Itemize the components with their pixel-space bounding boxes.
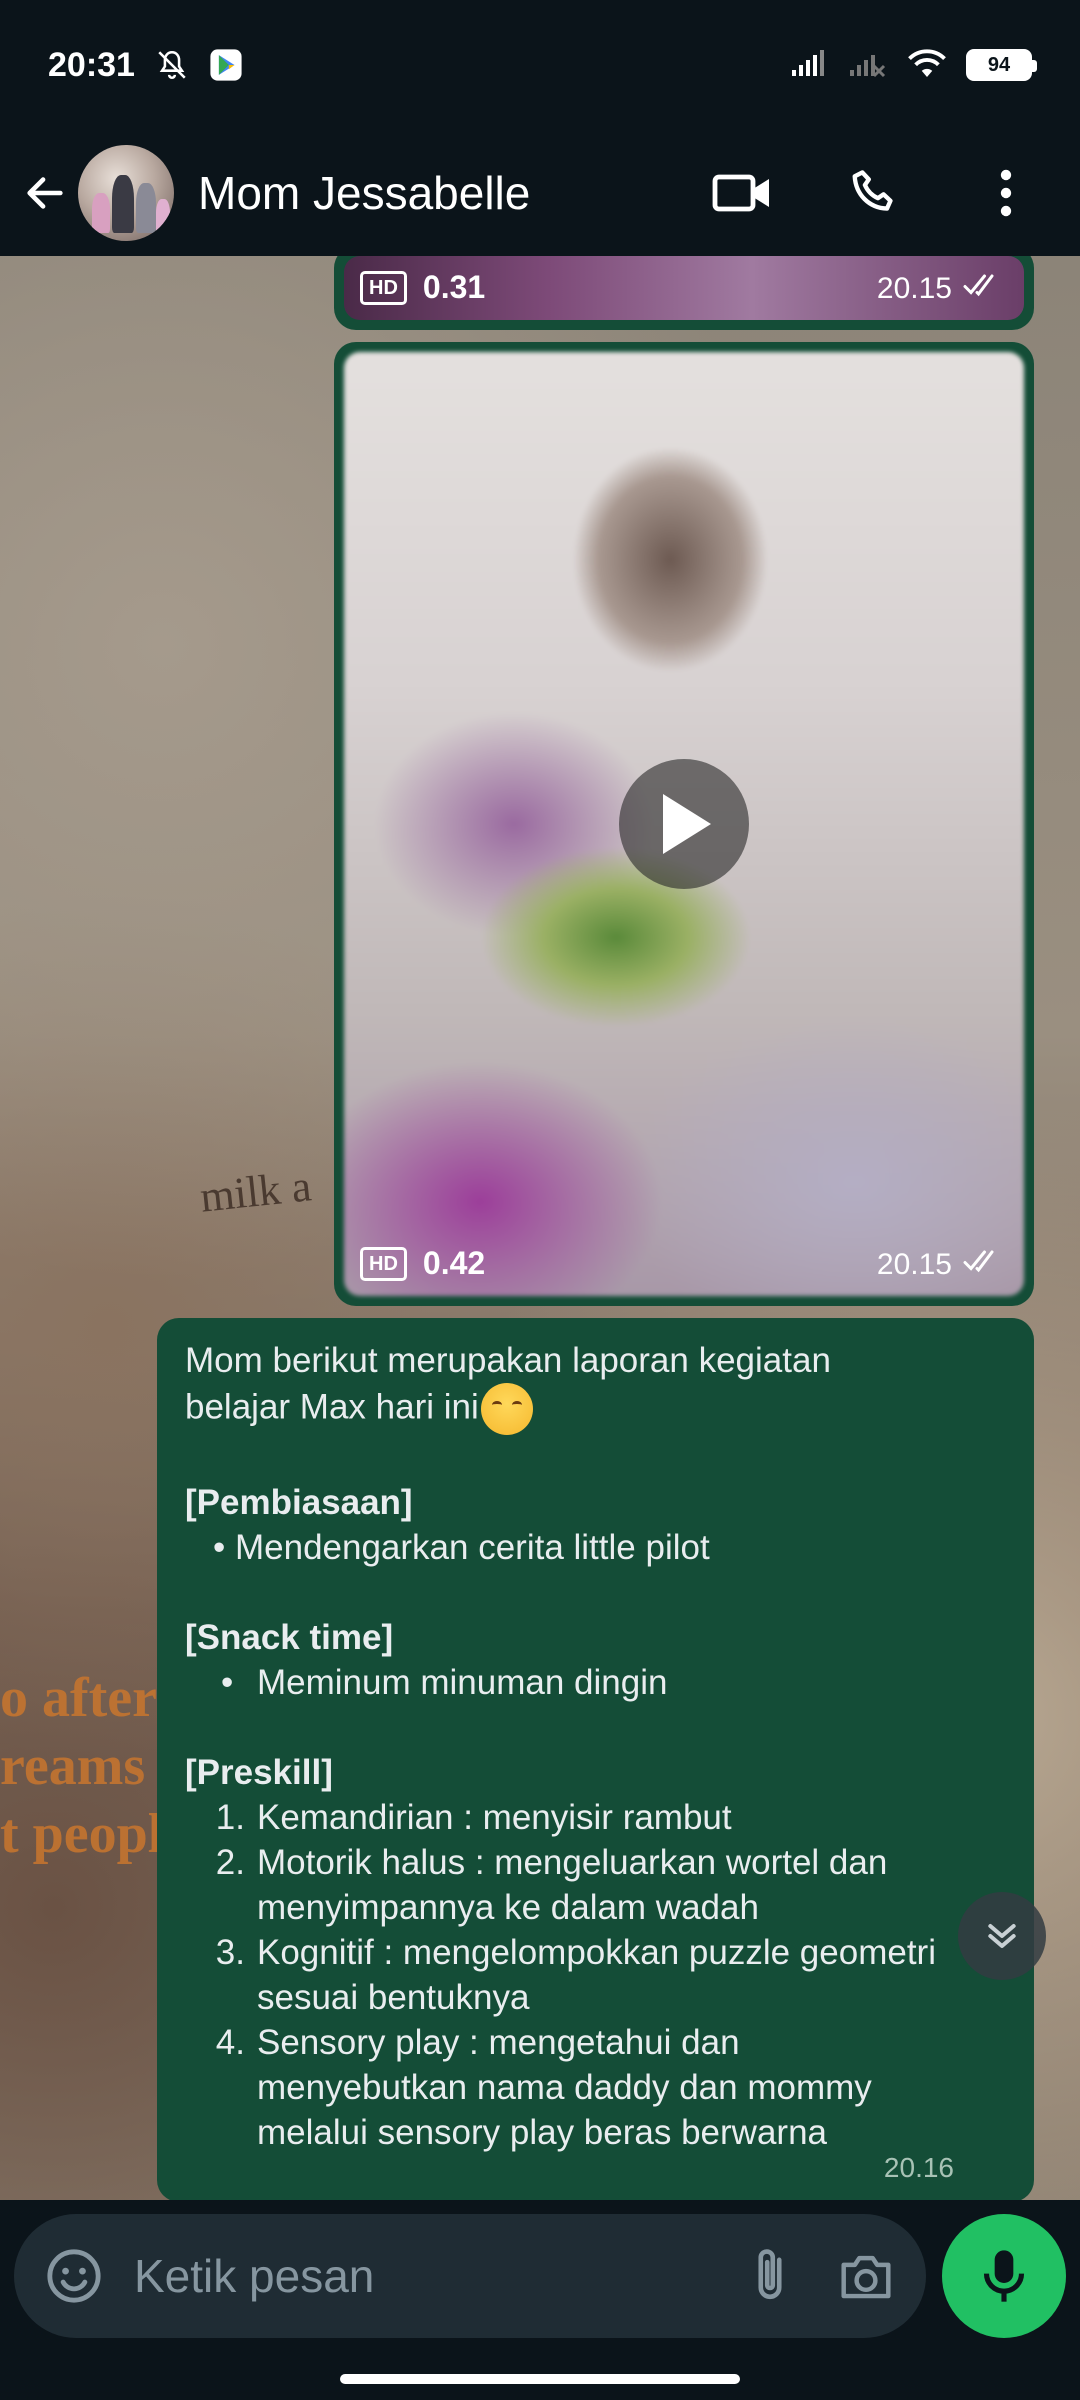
play-icon[interactable]: [619, 759, 749, 889]
status-time: 20:31: [48, 45, 135, 84]
message-time: 20.15: [876, 272, 952, 305]
wallpaper-text-2: reams: [0, 1735, 146, 1797]
avatar[interactable]: [78, 145, 174, 241]
message-line: Mom berikut merupakan laporan kegiatan: [185, 1341, 831, 1380]
message-input-bar[interactable]: Ketik pesan: [14, 2214, 926, 2338]
double-check-icon: [962, 272, 1004, 306]
microphone-icon: [983, 2250, 1025, 2302]
message-input[interactable]: Ketik pesan: [134, 2249, 740, 2303]
video-call-icon[interactable]: [712, 163, 772, 223]
list-item: • Meminum minuman dingin: [185, 1660, 1006, 1705]
play-store-icon: [209, 48, 243, 82]
list-number: 3.: [215, 1933, 245, 1972]
hd-badge: HD: [360, 1246, 407, 1281]
list-item-text: Kognitif : mengelompokkan puzzle geometr…: [257, 1933, 936, 1972]
contact-name[interactable]: Mom Jessabelle: [198, 166, 530, 220]
list-number: 1.: [215, 1798, 245, 1837]
emoji-icon[interactable]: [44, 2246, 104, 2306]
video-message[interactable]: HD 0.31 20.15: [334, 256, 1034, 330]
list-item-text: menyebutkan nama daddy dan mommy: [257, 2068, 872, 2107]
wallpaper-text-3: t peopl: [0, 1803, 164, 1865]
list-item: 2. Motorik halus : mengeluarkan wortel d…: [185, 1840, 1006, 1930]
list-item-text: Kemandirian : menyisir rambut: [257, 1798, 732, 1837]
video-duration: 0.31: [422, 269, 486, 305]
message-line: belajar Max hari ini: [185, 1387, 479, 1427]
wallpaper-text-1: o after: [0, 1667, 158, 1729]
no-signal-icon: [848, 48, 888, 83]
status-bar: 20:31 94: [0, 0, 1080, 130]
video-thumbnail[interactable]: HD 0.31 20.15: [344, 256, 1024, 320]
video-message[interactable]: HD 0.42 20.15: [334, 342, 1034, 1306]
voice-call-icon[interactable]: [844, 163, 904, 223]
double-check-icon: [962, 1248, 1004, 1282]
list-item: 1. Kemandirian : menyisir rambut: [185, 1795, 1006, 1840]
message-time: 20.16: [883, 2152, 954, 2183]
list-item-text: Sensory play : mengetahui dan: [257, 2023, 740, 2062]
text-message[interactable]: Mom berikut merupakan laporan kegiatan b…: [157, 1318, 1034, 2200]
voice-message-button[interactable]: [942, 2214, 1066, 2338]
signal-icon: [790, 48, 830, 83]
chat-area[interactable]: milk a o after reams t peopl HD 0.31 20.…: [0, 256, 1080, 2200]
list-item: • Mendengarkan cerita little pilot: [213, 1528, 710, 1567]
message-time: 20.15: [876, 1248, 952, 1281]
battery-icon: 94: [966, 49, 1037, 81]
section-title: [Snack time]: [185, 1618, 394, 1657]
list-item: 4. Sensory play : mengetahui dan menyebu…: [185, 2020, 1006, 2155]
wallpaper-text-milk: milk a: [197, 1161, 314, 1222]
navigation-bar: [0, 2338, 1080, 2400]
chat-header: Mom Jessabelle: [0, 130, 1080, 256]
back-arrow-icon[interactable]: [20, 168, 70, 218]
attach-icon[interactable]: [740, 2246, 800, 2306]
section-title: [Pembiasaan]: [185, 1483, 413, 1522]
more-options-icon[interactable]: [976, 163, 1036, 223]
list-number: 4.: [215, 2023, 245, 2062]
list-item-text: sesuai bentuknya: [257, 1978, 530, 2017]
video-duration: 0.42: [422, 1245, 486, 1281]
list-item-text: Motorik halus : mengeluarkan wortel dan: [257, 1843, 888, 1882]
list-item-text: melalui sensory play beras berwarna: [257, 2113, 827, 2152]
section-title: [Preskill]: [185, 1753, 333, 1792]
wifi-icon: [906, 47, 948, 84]
muted-bell-icon: [155, 48, 189, 82]
bullet: •: [221, 1663, 234, 1702]
smiling-emoji-icon: [480, 1383, 533, 1435]
list-number: 2.: [215, 1843, 245, 1882]
double-chevron-down-icon: [988, 1924, 1016, 1948]
scroll-to-bottom-button[interactable]: [958, 1892, 1046, 1980]
home-indicator[interactable]: [340, 2374, 740, 2384]
camera-icon[interactable]: [836, 2246, 896, 2306]
list-item-text: menyimpannya ke dalam wadah: [257, 1888, 759, 1927]
list-item: 3. Kognitif : mengelompokkan puzzle geom…: [185, 1930, 1006, 2020]
list-item-text: Meminum minuman dingin: [257, 1663, 668, 1702]
hd-badge: HD: [360, 270, 407, 305]
preskill-list: 1. Kemandirian : menyisir rambut 2. Moto…: [185, 1795, 1006, 2155]
